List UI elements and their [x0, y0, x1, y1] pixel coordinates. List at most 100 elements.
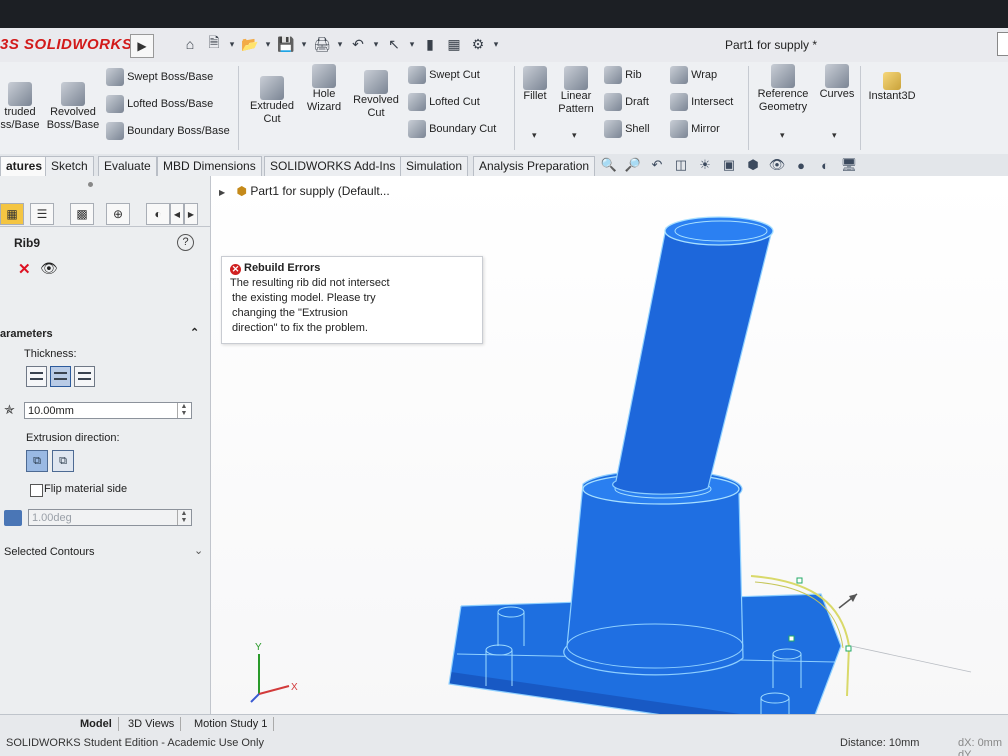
parallel-to-sketch-button[interactable]: ⧉: [26, 450, 48, 472]
undo-icon[interactable]: ↶: [348, 34, 368, 54]
mirror-button[interactable]: Mirror: [670, 120, 720, 138]
fillet-button[interactable]: Fillet: [518, 66, 552, 103]
ribbon-divider: [514, 66, 515, 150]
shell-button[interactable]: Shell: [604, 120, 650, 138]
chevron-left-icon[interactable]: ◀: [170, 203, 184, 225]
spin-arrows-icon[interactable]: ▲ ▼: [177, 403, 190, 418]
feature-manager-tab-icon[interactable]: ▦: [0, 203, 24, 225]
thickness-second-side-button[interactable]: [74, 366, 95, 387]
tab-solidworks-addins[interactable]: SOLIDWORKS Add-Ins: [264, 156, 402, 176]
intersect-button[interactable]: Intersect: [670, 93, 733, 111]
normal-to-sketch-button[interactable]: ⧉: [52, 450, 74, 472]
boundary-boss-button[interactable]: Boundary Boss/Base: [106, 122, 230, 140]
wrap-button[interactable]: Wrap: [670, 66, 717, 84]
tab-sketch[interactable]: Sketch: [45, 156, 94, 176]
linear-pattern-button[interactable]: Linear Pattern: [554, 66, 598, 116]
tab-simulation[interactable]: Simulation: [400, 156, 469, 176]
zoom-to-fit-icon[interactable]: 🔍: [600, 156, 618, 174]
chevron-right-icon[interactable]: ▶: [184, 203, 198, 225]
apply-scene-icon[interactable]: ◐: [816, 156, 834, 174]
lofted-boss-button[interactable]: Lofted Boss/Base: [106, 95, 213, 113]
view-orientation-icon[interactable]: ▣: [720, 156, 738, 174]
cancel-icon[interactable]: ✕: [18, 260, 31, 278]
tab-motion-study[interactable]: Motion Study 1: [188, 717, 275, 731]
tab-mbd-dimensions[interactable]: MBD Dimensions: [157, 156, 262, 176]
open-folder-icon[interactable]: 📂: [240, 34, 260, 54]
chevron-down-icon[interactable]: ▾: [780, 130, 785, 141]
hole-wizard-button[interactable]: Hole Wizard: [300, 64, 348, 114]
dimxpert-manager-tab-icon[interactable]: ⊕: [106, 203, 130, 225]
select-pointer-icon[interactable]: ↖: [384, 34, 404, 54]
chevron-down-icon[interactable]: ▾: [408, 34, 416, 54]
configuration-manager-tab-icon[interactable]: ▩: [70, 203, 94, 225]
property-manager-tab-icon[interactable]: ☰: [30, 203, 54, 225]
options-gear-icon[interactable]: ⚙: [468, 34, 488, 54]
instant3d-button[interactable]: Instant3D: [864, 72, 920, 103]
lofted-cut-button[interactable]: Lofted Cut: [408, 93, 480, 111]
view-settings-icon[interactable]: 🖥: [840, 156, 858, 174]
hide-show-items-icon[interactable]: 👁: [768, 156, 786, 174]
display-manager-tab-icon[interactable]: ◐: [146, 203, 170, 225]
chevron-up-icon[interactable]: ⌃: [190, 326, 199, 339]
tab-3d-views[interactable]: 3D Views: [122, 717, 182, 731]
previous-view-icon[interactable]: ↶: [648, 156, 666, 174]
chevron-down-icon[interactable]: ▾: [228, 34, 236, 54]
print-icon[interactable]: 🖨: [312, 34, 332, 54]
chevron-down-icon[interactable]: ▾: [336, 34, 344, 54]
display-style-icon[interactable]: ⬢: [744, 156, 762, 174]
chevron-down-icon[interactable]: ▾: [264, 34, 272, 54]
selected-contours-header[interactable]: Selected Contours: [4, 546, 95, 558]
preview-eye-icon[interactable]: 👁: [40, 260, 58, 277]
sketch-point-handle[interactable]: [796, 577, 803, 584]
chevron-down-icon[interactable]: ▾: [300, 34, 308, 54]
graphics-area[interactable]: ▶ ⬢ Part1 for supply (Default... ✕ Rebuil…: [211, 176, 1008, 714]
flip-material-checkbox[interactable]: [30, 484, 43, 497]
swept-boss-button[interactable]: Swept Boss/Base: [106, 68, 213, 86]
triad-x-label: X: [291, 682, 298, 693]
tab-evaluate[interactable]: Evaluate: [98, 156, 157, 176]
parameters-section-header[interactable]: arameters ⌃: [0, 326, 210, 340]
chevron-down-icon[interactable]: ▾: [532, 130, 537, 141]
section-view-icon[interactable]: ◫: [672, 156, 690, 174]
tab-analysis-preparation[interactable]: Analysis Preparation: [473, 156, 596, 176]
swept-cut-button[interactable]: Swept Cut: [408, 66, 480, 84]
menu-expand-button[interactable]: ▶: [130, 34, 154, 58]
rib-button[interactable]: Rib: [604, 66, 642, 84]
file-properties-icon[interactable]: ▦: [444, 34, 464, 54]
thickness-both-sides-button[interactable]: [50, 366, 71, 387]
sketch-point-handle[interactable]: [788, 635, 795, 642]
chevron-down-icon[interactable]: ▾: [372, 34, 380, 54]
draft-button[interactable]: Draft: [604, 93, 649, 111]
home-icon[interactable]: ⌂: [180, 34, 200, 54]
rebuild-icon[interactable]: ▮: [420, 34, 440, 54]
revolved-boss-button[interactable]: Revolved Boss/Base: [46, 82, 100, 132]
edit-appearance-icon[interactable]: ●: [792, 156, 810, 174]
thickness-input[interactable]: 10.00mm ▲ ▼: [24, 402, 192, 419]
spin-arrows-icon[interactable]: ▲ ▼: [177, 510, 190, 525]
revolved-cut-button[interactable]: Revolved Cut: [350, 70, 402, 120]
curves-button[interactable]: Curves: [816, 64, 858, 101]
extruded-boss-button[interactable]: truded ss/Base: [0, 82, 40, 132]
thickness-first-side-button[interactable]: [26, 366, 47, 387]
chevron-down-icon[interactable]: ▾: [832, 130, 837, 141]
chevron-down-icon[interactable]: ▾: [572, 130, 577, 141]
new-document-icon[interactable]: 🗎: [204, 34, 224, 54]
sketch-point-handle[interactable]: [845, 645, 852, 652]
status-distance: Distance: 10mm: [840, 737, 920, 749]
reference-geometry-button[interactable]: Reference Geometry: [754, 64, 812, 114]
chevron-down-icon[interactable]: ▾: [492, 34, 500, 54]
help-icon[interactable]: ?: [177, 234, 194, 251]
save-icon[interactable]: 💾: [276, 34, 296, 54]
panel-grip[interactable]: [88, 182, 93, 187]
dynamic-annotation-icon[interactable]: ☀: [696, 156, 714, 174]
chevron-down-icon[interactable]: ⌄: [194, 544, 203, 557]
extruded-cut-button[interactable]: Extruded Cut: [246, 76, 298, 126]
3d-model-view[interactable]: Y X: [211, 176, 1008, 714]
tab-features[interactable]: atures: [0, 156, 49, 176]
zoom-to-area-icon[interactable]: 🔎: [624, 156, 642, 174]
tab-model[interactable]: Model: [74, 717, 119, 731]
window-control[interactable]: [997, 32, 1008, 56]
draft-angle-input[interactable]: 1.00deg ▲ ▼: [28, 509, 192, 526]
boundary-cut-button[interactable]: Boundary Cut: [408, 120, 496, 138]
draft-toggle-icon[interactable]: [4, 510, 22, 526]
